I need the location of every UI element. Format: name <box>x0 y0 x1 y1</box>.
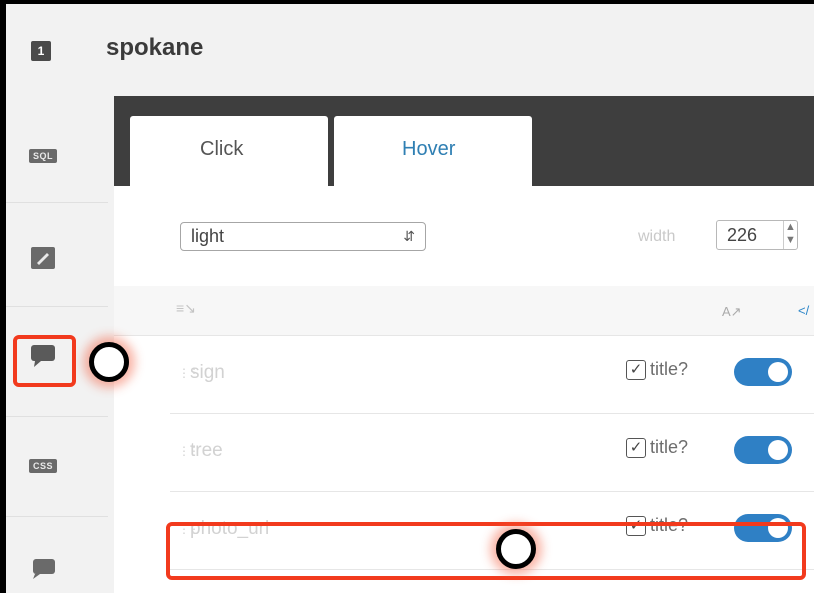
field-name: tree <box>190 440 223 461</box>
rail-divider <box>6 416 108 417</box>
legend-icon <box>33 559 55 579</box>
tab-click-label: Click <box>200 138 244 160</box>
rail-divider <box>6 516 108 517</box>
fields-list-icon[interactable]: ≡↘ <box>176 300 196 317</box>
sql-button[interactable]: SQL <box>23 136 63 176</box>
custom-html-button[interactable]: </ <box>798 303 809 318</box>
theme-select-value: light <box>191 226 225 246</box>
tab-click[interactable]: Click <box>130 116 328 186</box>
field-row[interactable]: ⋮⋮ tree ✓ title? <box>170 414 814 492</box>
sql-icon: SQL <box>28 149 57 163</box>
field-toggle[interactable] <box>734 436 792 464</box>
title-checkbox-label: title? <box>650 437 689 457</box>
toggle-knob <box>768 440 788 460</box>
infowindow-panel: Click Hover light ⇵ width 226 ▲ ▼ ≡↘ A↗ <… <box>114 96 814 593</box>
editor-frame: 1 spokane SQL CSS Click Hover light ⇵ wi… <box>6 4 814 593</box>
layer-number-badge: 1 <box>31 41 51 61</box>
width-input-value: 226 <box>727 225 758 245</box>
fields-header: ≡↘ A↗ </ <box>114 286 814 336</box>
wizard-icon <box>31 247 55 269</box>
theme-select[interactable]: light ⇵ <box>180 222 426 251</box>
title-checkbox-label: title? <box>650 359 689 379</box>
select-caret-icon: ⇵ <box>403 228 415 244</box>
click-marker <box>496 529 536 569</box>
rail-divider <box>6 306 108 307</box>
width-label: width <box>638 228 676 245</box>
click-marker <box>89 342 129 382</box>
highlight-photo-url-row <box>166 522 806 580</box>
field-toggle[interactable] <box>734 358 792 386</box>
field-row[interactable]: ⋮⋮ sign ✓ title? <box>170 336 814 414</box>
css-button[interactable]: CSS <box>23 446 63 486</box>
tab-hover[interactable]: Hover <box>334 116 532 186</box>
tab-bar: Click Hover <box>114 96 814 186</box>
infowindow-toolbar: light ⇵ width 226 ▲ ▼ <box>114 186 814 286</box>
layer-name[interactable]: spokane <box>106 34 203 62</box>
highlight-infowindow-button <box>13 335 76 387</box>
width-stepper[interactable]: ▲ ▼ <box>783 221 797 249</box>
alphabetical-sort-button[interactable]: A↗ <box>722 304 742 320</box>
tab-hover-label: Hover <box>402 138 456 160</box>
title-checkbox[interactable]: ✓ <box>626 360 646 380</box>
title-checkbox[interactable]: ✓ <box>626 438 646 458</box>
legend-button[interactable] <box>23 548 63 588</box>
toggle-knob <box>768 362 788 382</box>
field-name: sign <box>190 362 225 383</box>
wizard-button[interactable] <box>23 238 63 278</box>
width-input[interactable]: 226 ▲ ▼ <box>716 220 798 250</box>
rail-divider <box>6 202 108 203</box>
css-icon: CSS <box>28 459 57 473</box>
